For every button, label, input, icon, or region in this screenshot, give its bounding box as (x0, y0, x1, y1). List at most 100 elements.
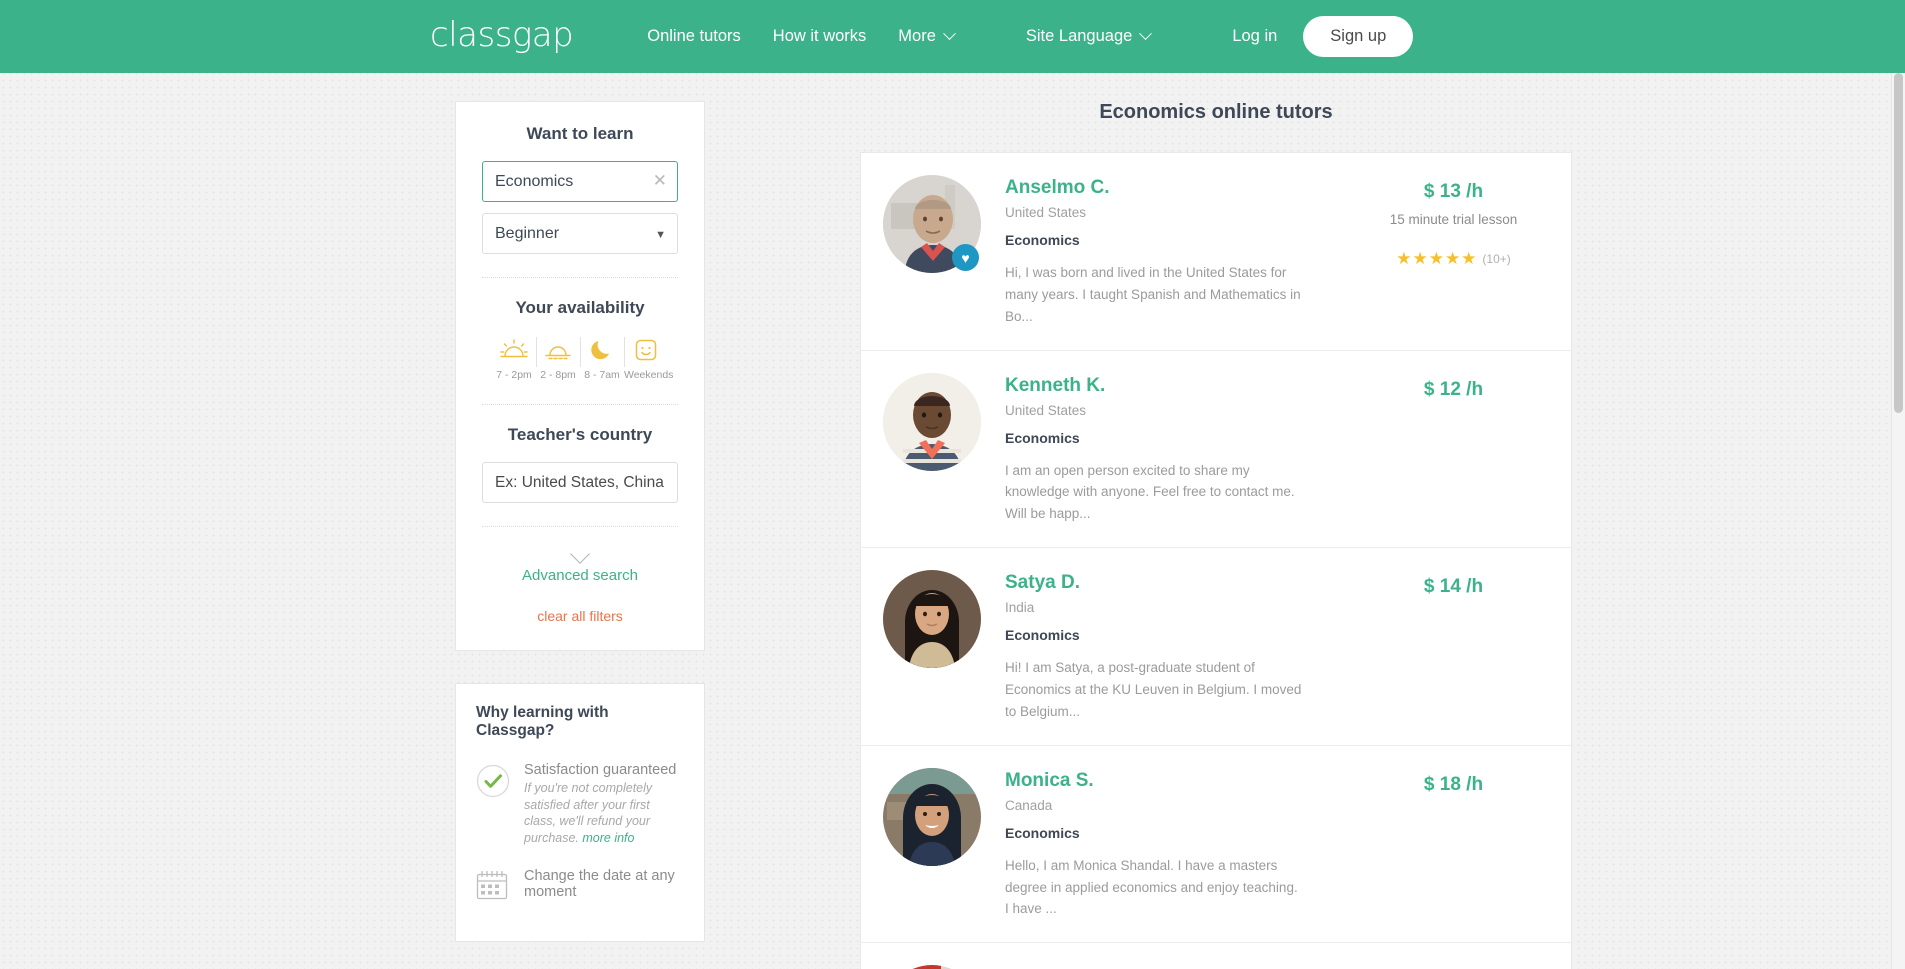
avatar (883, 372, 981, 471)
benefit-description: If you're not completely satisfied after… (524, 780, 684, 846)
availability-slot-label: 8 - 7am (584, 369, 620, 381)
rating-count: (10+) (1482, 251, 1511, 266)
tutor-card[interactable]: Kenneth K. United States Economics I am … (861, 351, 1571, 549)
tutor-name[interactable]: Kenneth K. (1005, 375, 1366, 397)
moon-icon (580, 335, 624, 365)
main-nav-links: Online tutors How it works More (631, 27, 970, 46)
clear-all-filters-link[interactable]: clear all filters (482, 608, 678, 624)
avatar (883, 570, 981, 669)
tutor-country: Canada (1005, 797, 1053, 813)
availability-slot-morning[interactable]: 7 - 2pm (492, 335, 536, 381)
favorite-heart-icon[interactable]: ♥ (952, 244, 979, 271)
chevron-down-icon (1139, 27, 1153, 41)
page-title: Economics online tutors (1099, 101, 1333, 123)
clear-subject-icon[interactable]: ✕ (653, 172, 667, 189)
tutor-card[interactable]: ♥ Anselmo C. United States Economics Hi,… (861, 153, 1571, 351)
page-body: Want to learn ✕ Beginner ▼ Your availabi… (0, 73, 1905, 969)
tutor-description: Hello, I am Monica Shandal. I have a mas… (1005, 857, 1298, 917)
tutor-price-block: $ 13 /h (1366, 965, 1541, 969)
classgap-logo[interactable]: classgap (430, 18, 574, 52)
tutor-info: Anselmo C. United States Economics Hi, I… (1005, 175, 1366, 328)
nav-item-how-it-works[interactable]: How it works (757, 27, 883, 46)
chevron-down-icon (570, 544, 590, 564)
availability-title: Your availability (515, 298, 645, 317)
signup-button[interactable]: Sign up (1303, 16, 1414, 57)
avatar-wrapper (883, 965, 981, 969)
availability-slot-label: 7 - 2pm (496, 369, 532, 381)
check-circle-icon (476, 762, 510, 846)
tutor-price-block: $ 12 /h (1366, 373, 1541, 401)
subject-search-input[interactable] (482, 161, 678, 202)
avatar-wrapper (883, 372, 981, 471)
scrollbar-thumb[interactable] (1894, 73, 1903, 413)
nav-item-more[interactable]: More (882, 27, 970, 46)
divider (482, 526, 678, 527)
advanced-search-label: Advanced search (522, 567, 638, 584)
site-language-label: Site Language (1025, 27, 1133, 45)
tutor-info: Kenneth K. United States Economics I am … (1005, 373, 1366, 526)
availability-slot-afternoon[interactable]: 2 - 8pm (536, 335, 580, 381)
availability-slot-label: Weekends (624, 369, 674, 381)
tutor-description: Hi, I was born and lived in the United S… (1005, 265, 1301, 324)
tutor-subject: Economics (1005, 232, 1080, 248)
tutor-subject: Economics (1005, 824, 1080, 841)
tutor-description: I am an open person excited to share my … (1005, 462, 1295, 522)
divider (482, 404, 678, 405)
tutor-info: Satya D. India Economics Hi! I am Satya,… (1005, 570, 1366, 723)
tutor-price-block: $ 14 /h (1366, 570, 1541, 598)
tutor-subject: Economics (1005, 627, 1080, 644)
trial-lesson-note: 15 minute trial lesson (1389, 212, 1518, 227)
more-info-link[interactable]: more info (582, 831, 634, 845)
level-select[interactable]: Beginner (482, 213, 678, 254)
country-input[interactable] (482, 462, 678, 503)
nav-item-online-tutors[interactable]: Online tutors (631, 27, 757, 46)
avatar (883, 965, 981, 969)
benefit-text-block: Satisfaction guaranteed If you're not co… (524, 762, 684, 846)
sunset-icon (536, 335, 580, 365)
availability-options: 7 - 2pm 2 - 8pm 8 - 7am Weekends (482, 335, 678, 381)
tutor-price-block: $ 13 /h 15 minute trial lesson ★★★★★ (10… (1366, 175, 1541, 267)
tutor-country: India (1005, 600, 1035, 616)
tutor-price: $ 14 /h (1423, 576, 1484, 598)
avatar-wrapper (883, 767, 981, 866)
why-classgap-title: Why learning with Classgap? (476, 704, 609, 739)
tutor-info: Swambhavi A. India Economics A class is … (1005, 965, 1366, 969)
nav-label: Online tutors (647, 27, 741, 45)
nav-label: How it works (772, 27, 867, 45)
top-navigation-bar: classgap Online tutors How it works More… (0, 0, 1905, 73)
tutor-card[interactable]: Satya D. India Economics Hi! I am Satya,… (861, 548, 1571, 746)
avatar-wrapper (883, 570, 981, 669)
login-button[interactable]: Log in (1206, 27, 1303, 46)
benefit-change-date: Change the date at any moment (476, 868, 684, 905)
tutor-info: Monica S. Canada Economics Hello, I am M… (1005, 768, 1366, 921)
tutor-card[interactable]: Swambhavi A. India Economics A class is … (861, 943, 1571, 969)
tutor-name[interactable]: Anselmo C. (1005, 177, 1366, 199)
availability-slot-weekends[interactable]: Weekends (624, 335, 674, 381)
filters-sidebar: Want to learn ✕ Beginner ▼ Your availabi… (455, 101, 705, 942)
tutor-list: ♥ Anselmo C. United States Economics Hi,… (860, 152, 1572, 969)
avatar-wrapper: ♥ (883, 175, 981, 273)
availability-slot-label: 2 - 8pm (540, 369, 576, 381)
why-classgap-card: Why learning with Classgap? Satisfaction… (455, 683, 705, 942)
tutor-country: United States (1005, 205, 1087, 220)
search-filters-panel: Want to learn ✕ Beginner ▼ Your availabi… (455, 101, 705, 651)
tutor-rating: ★★★★★ (10+) (1366, 250, 1541, 267)
tutor-subject: Economics (1005, 429, 1080, 446)
want-to-learn-title: Want to learn (526, 124, 634, 143)
page-scrollbar[interactable] (1891, 73, 1905, 969)
benefit-text-block: Change the date at any moment (524, 868, 684, 905)
tutor-country: United States (1005, 402, 1087, 418)
nav-label: More (898, 27, 936, 45)
site-language-selector[interactable]: Site Language (1010, 27, 1166, 46)
smiley-icon (624, 335, 668, 365)
benefit-heading: Change the date at any moment (524, 868, 675, 900)
tutor-card[interactable]: Monica S. Canada Economics Hello, I am M… (861, 746, 1571, 944)
tutor-name[interactable]: Monica S. (1005, 770, 1366, 792)
avatar (883, 767, 981, 866)
sunrise-icon (492, 335, 536, 365)
divider (482, 277, 678, 278)
availability-slot-night[interactable]: 8 - 7am (580, 335, 624, 381)
tutor-name[interactable]: Satya D. (1005, 572, 1366, 594)
advanced-search-toggle[interactable]: Advanced search (482, 544, 678, 584)
tutor-description: Hi! I am Satya, a post-graduate student … (1005, 660, 1302, 719)
